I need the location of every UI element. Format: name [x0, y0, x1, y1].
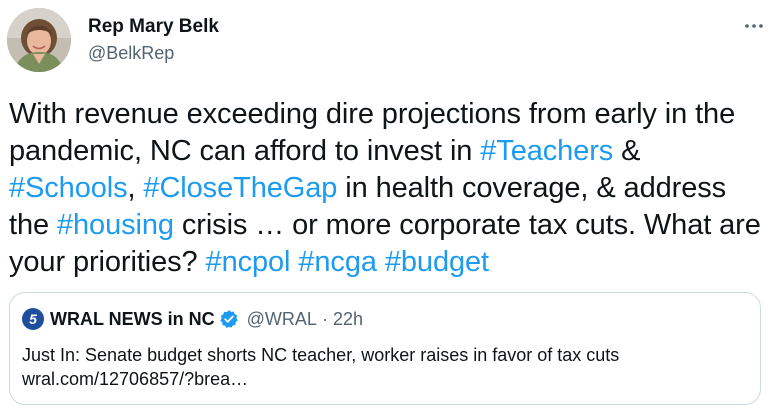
quoted-display-name[interactable]: WRAL NEWS in NC: [50, 309, 215, 330]
quoted-handle[interactable]: @WRAL: [247, 309, 317, 330]
author-handle[interactable]: @BelkRep: [88, 41, 219, 65]
hashtag-link[interactable]: #CloseTheGap: [143, 172, 337, 204]
author-display-name[interactable]: Rep Mary Belk: [88, 15, 219, 39]
tweet-card: Rep Mary Belk @BelkRep With revenue exce…: [0, 0, 778, 418]
quoted-tweet[interactable]: 5 WRAL NEWS in NC @WRAL · 22h Just In: S…: [9, 292, 761, 405]
hashtag-link[interactable]: #budget: [385, 246, 489, 278]
quoted-timestamp[interactable]: 22h: [333, 309, 363, 330]
profile-photo-icon: [7, 8, 71, 72]
hashtag-link[interactable]: #ncga: [298, 246, 377, 278]
tweet-text-segment: &: [613, 135, 641, 167]
verified-badge-icon: [219, 310, 238, 328]
quoted-separator: ·: [321, 308, 328, 329]
hashtag-link[interactable]: #Teachers: [480, 135, 613, 167]
more-options-button[interactable]: [742, 14, 766, 38]
hashtag-link[interactable]: #ncpol: [206, 246, 291, 278]
tweet-text-segment: [377, 246, 385, 278]
hashtag-link[interactable]: #housing: [57, 209, 174, 241]
tweet-text: With revenue exceeding dire projections …: [9, 96, 769, 281]
tweet-text-segment: ,: [127, 172, 144, 204]
quoted-tweet-header: 5 WRAL NEWS in NC @WRAL · 22h: [22, 307, 363, 331]
ellipsis-icon: [745, 24, 763, 28]
quoted-tweet-body: Just In: Senate budget shorts NC teacher…: [22, 345, 620, 389]
wral-logo-text: 5: [29, 311, 37, 327]
author-avatar[interactable]: [7, 8, 71, 72]
hashtag-link[interactable]: #Schools: [9, 172, 128, 204]
wral-logo-icon[interactable]: 5: [22, 308, 44, 330]
author-info: Rep Mary Belk @BelkRep: [88, 15, 219, 65]
